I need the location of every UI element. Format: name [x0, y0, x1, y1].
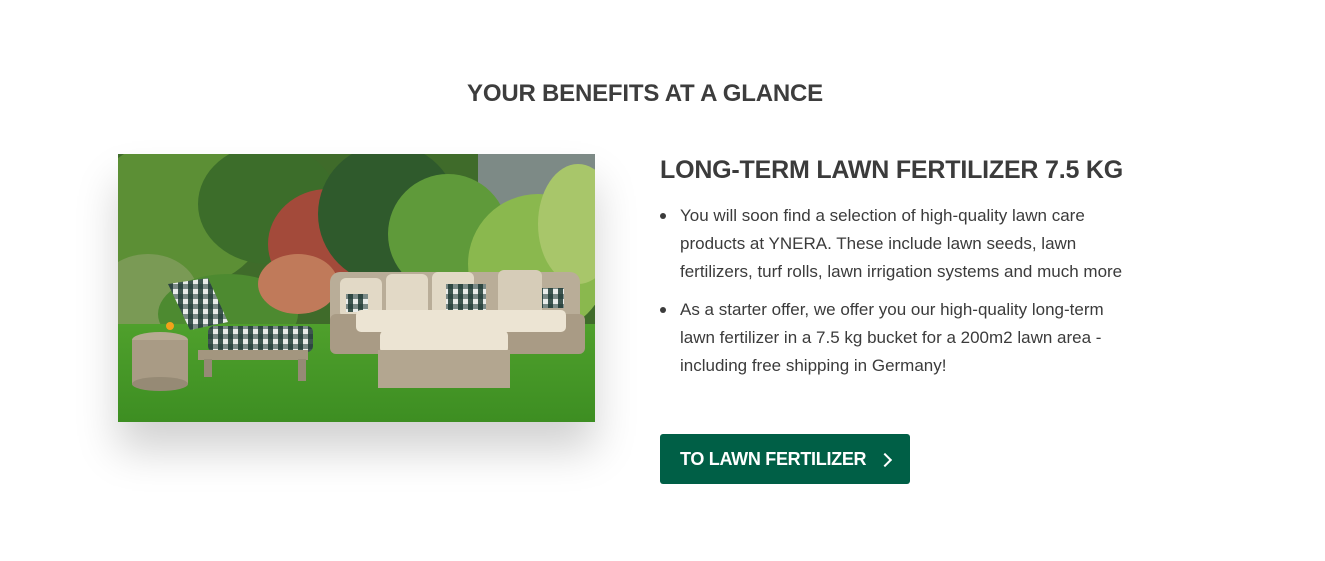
benefit-text: As a starter offer, we offer you our hig… — [680, 300, 1104, 375]
benefit-text: You will soon find a selection of high-q… — [680, 206, 1123, 281]
chevron-right-icon — [878, 452, 893, 467]
list-item: You will soon find a selection of high-q… — [660, 202, 1132, 286]
garden-lounge-furniture-photo — [118, 154, 595, 422]
product-image — [118, 154, 595, 422]
product-content: LONG-TERM LAWN FERTILIZER 7.5 KG You wil… — [660, 152, 1140, 390]
button-label: TO LAWN FERTILIZER — [680, 448, 867, 469]
bullet-icon — [660, 213, 666, 219]
bullet-icon — [660, 307, 666, 313]
to-lawn-fertilizer-button[interactable]: TO LAWN FERTILIZER — [660, 434, 911, 484]
benefits-list: You will soon find a selection of high-q… — [660, 202, 1140, 380]
section-title: YOUR BENEFITS AT A GLANCE — [467, 80, 823, 107]
product-title: LONG-TERM LAWN FERTILIZER 7.5 KG — [660, 156, 1124, 184]
list-item: As a starter offer, we offer you our hig… — [660, 296, 1132, 380]
